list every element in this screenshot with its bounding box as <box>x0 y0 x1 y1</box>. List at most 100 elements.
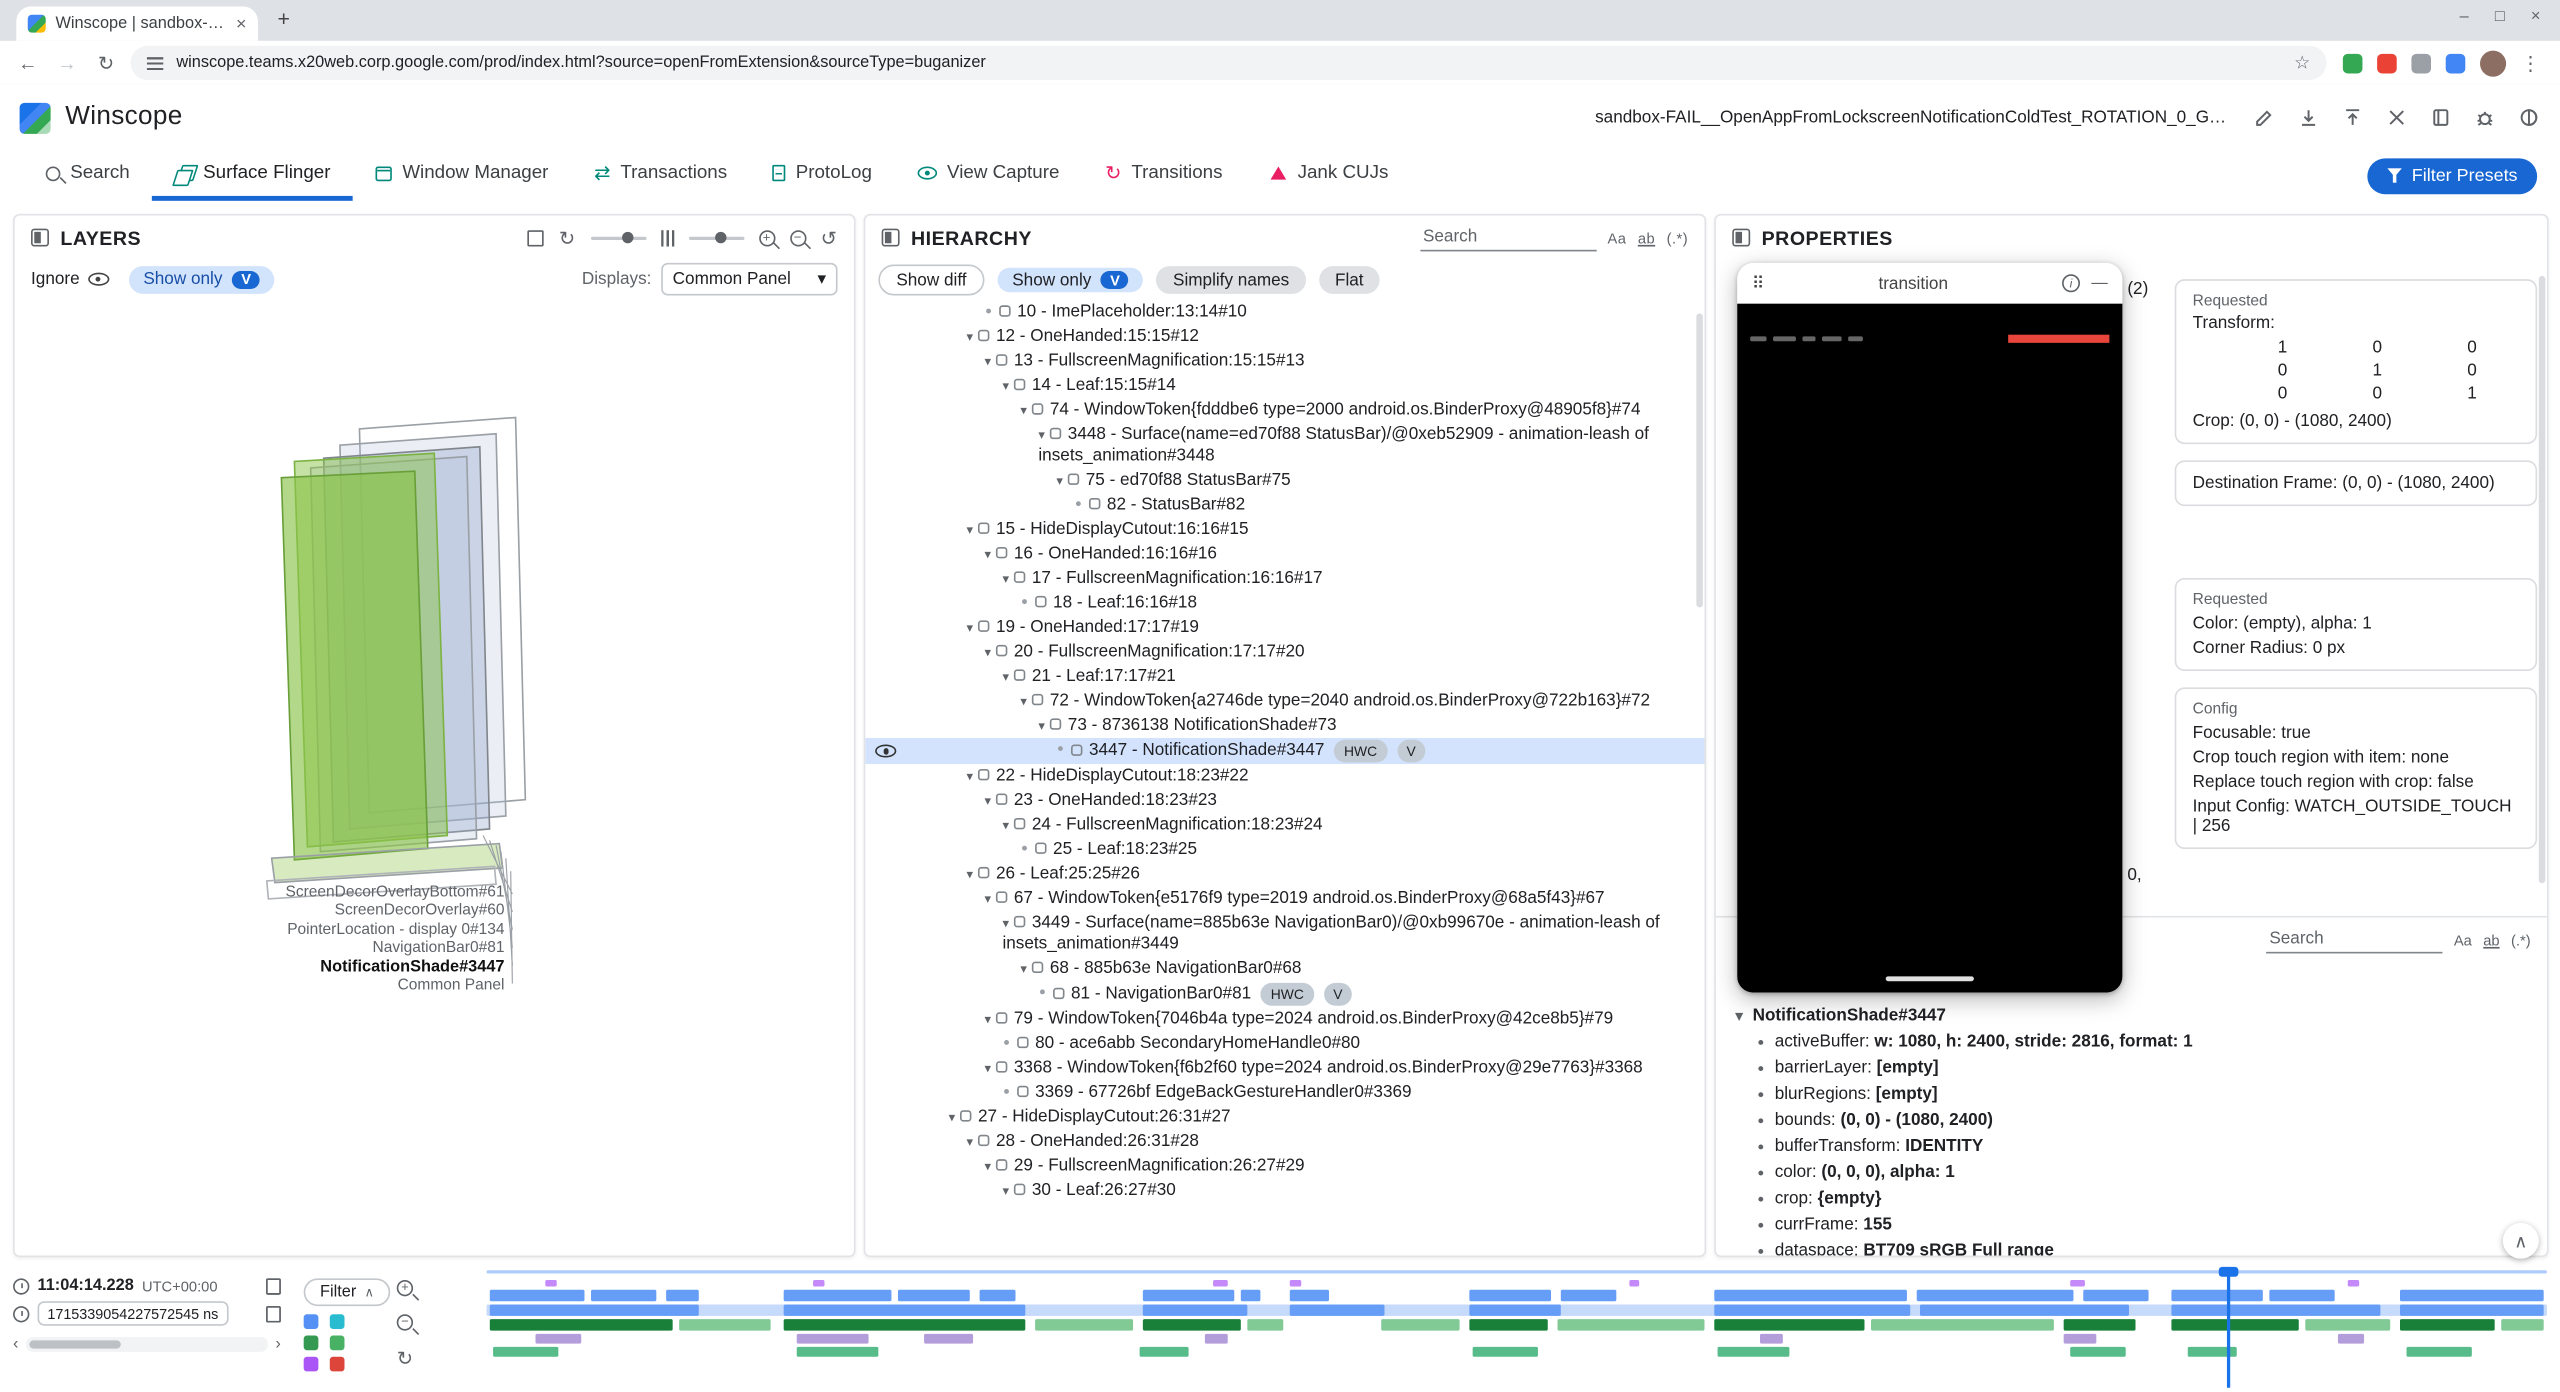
expand-arrow-icon[interactable]: ▾ <box>984 1061 991 1076</box>
trace-segment-transactions[interactable] <box>1760 1334 1783 1344</box>
show-diff-chip[interactable]: Show diff <box>878 264 984 295</box>
slider-handle[interactable] <box>715 232 726 243</box>
trace-segment-transition-ticks[interactable] <box>1290 1280 1301 1287</box>
timeline-zoom-out-icon[interactable]: − <box>397 1314 413 1330</box>
extension-icon[interactable] <box>2411 53 2431 73</box>
trace-segment-wm-light[interactable] <box>1381 1319 1459 1330</box>
expand-arrow-icon[interactable]: ▾ <box>1038 428 1045 443</box>
trace-segment-sf-frames[interactable] <box>1290 1304 1385 1315</box>
displays-dropdown[interactable]: Common Panel ▾ <box>661 263 837 296</box>
expand-arrow-icon[interactable]: ▾ <box>1056 473 1063 488</box>
filter-presets-button[interactable]: Filter Presets <box>2368 158 2537 194</box>
trace-segment-protolog[interactable] <box>1140 1347 1189 1357</box>
expand-arrow-icon[interactable]: ▾ <box>1002 1184 1009 1199</box>
drag-handle-icon[interactable]: ⠿ <box>1752 273 1765 293</box>
trace-segment-transition-ticks[interactable] <box>813 1280 824 1287</box>
zoom-in-icon[interactable]: + <box>759 229 775 245</box>
expand-arrow-icon[interactable]: ▾ <box>1020 403 1027 418</box>
extension-icon[interactable] <box>2377 53 2397 73</box>
trace-segment-wm-light[interactable] <box>1247 1319 1283 1330</box>
timestamp-ns[interactable]: 1715339054227572545 ns <box>38 1301 229 1325</box>
tab-transactions[interactable]: ⇄Transactions <box>571 150 750 201</box>
expand-arrow-icon[interactable]: ▾ <box>967 620 974 635</box>
layer-label[interactable]: ScreenDecorOverlay#60 <box>15 902 505 921</box>
expand-arrow-icon[interactable]: ▾ <box>984 547 991 562</box>
timeline-tracks[interactable] <box>487 1270 2547 1388</box>
spacing-slider[interactable] <box>688 236 744 239</box>
hierarchy-node[interactable]: 80 - ace6abb SecondaryHomeHandle0#80 <box>865 1032 1704 1056</box>
hierarchy-node[interactable]: 10 - ImePlaceholder:13:14#10 <box>865 300 1704 324</box>
hierarchy-node[interactable]: ▾13 - FullscreenMagnification:15:15#13 <box>865 349 1704 373</box>
trace-segment-sf-frames[interactable] <box>1469 1304 1560 1315</box>
trace-segment-wm-dark[interactable] <box>2171 1319 2298 1330</box>
ignore-toggle[interactable]: Ignore <box>31 269 109 289</box>
trace-segment-sf-events[interactable] <box>591 1290 656 1301</box>
trace-segment-wm-light[interactable] <box>2305 1319 2390 1330</box>
trace-toggle-icon[interactable] <box>304 1314 319 1329</box>
extension-icon[interactable] <box>2343 53 2363 73</box>
trace-toggle-icon[interactable] <box>304 1357 319 1372</box>
trace-segment-sf-events[interactable] <box>490 1290 585 1301</box>
trace-segment-wm-dark[interactable] <box>490 1319 673 1330</box>
timeline-zoom-in-icon[interactable]: + <box>397 1280 413 1296</box>
properties-search-input[interactable] <box>2266 927 2442 953</box>
match-word-icon[interactable]: ab <box>1638 229 1655 245</box>
tab-jank-cujs[interactable]: Jank CUJs <box>1245 150 1411 201</box>
trace-segment-wm-light[interactable] <box>2501 1319 2543 1330</box>
hierarchy-node[interactable]: ▾73 - 8736138 NotificationShade#73 <box>865 713 1704 737</box>
bookmark-star-icon[interactable]: ☆ <box>2294 52 2310 73</box>
hierarchy-node[interactable]: ▾68 - 885b63e NavigationBar0#68 <box>865 957 1704 981</box>
trace-segment-sf-frames[interactable] <box>784 1304 1026 1315</box>
hierarchy-node[interactable]: ▾75 - ed70f88 StatusBar#75 <box>865 469 1704 493</box>
expand-arrow-icon[interactable]: ▾ <box>967 1135 974 1150</box>
tab-surface-flinger[interactable]: Surface Flinger <box>153 150 354 201</box>
property-row[interactable]: currFrame: 155 <box>1716 1211 2547 1237</box>
trace-segment-transition-ticks[interactable] <box>1629 1280 1639 1287</box>
scroll-top-button[interactable]: ∧ <box>2503 1223 2539 1259</box>
expand-arrow-icon[interactable]: ▾ <box>1002 916 1009 931</box>
hierarchy-node[interactable]: ▾67 - WindowToken{e5176f9 type=2019 andr… <box>865 887 1704 911</box>
new-tab-button[interactable]: + <box>278 7 290 31</box>
expand-arrow-icon[interactable]: ▾ <box>967 769 974 784</box>
trace-segment-sf-events[interactable] <box>2171 1290 2262 1301</box>
report-bug-icon[interactable] <box>2473 106 2496 129</box>
trace-segment-sf-frames[interactable] <box>1143 1304 1247 1315</box>
hierarchy-scrollbar[interactable] <box>1696 313 1703 607</box>
url-bar[interactable]: winscope.teams.x20web.corp.google.com/pr… <box>131 46 2327 80</box>
trace-segment-sf-events[interactable] <box>1290 1290 1329 1301</box>
hierarchy-node[interactable]: ▾79 - WindowToken{7046b4a type=2024 andr… <box>865 1007 1704 1031</box>
window-minimize-button[interactable]: – <box>2460 8 2469 26</box>
trace-segment-protolog[interactable] <box>797 1347 879 1357</box>
expand-arrow-icon[interactable]: ▾ <box>984 645 991 660</box>
trace-segment-sf-events[interactable] <box>898 1290 970 1301</box>
trace-segment-sf-events[interactable] <box>1469 1290 1551 1301</box>
trace-segment-transition-ticks[interactable] <box>545 1280 556 1287</box>
site-settings-icon[interactable] <box>147 56 163 69</box>
chevron-right-icon[interactable]: › <box>275 1336 280 1354</box>
simplify-names-chip[interactable]: Simplify names <box>1157 266 1306 294</box>
trace-segment-sf-events[interactable] <box>1714 1290 1907 1301</box>
trace-toggle-icon[interactable] <box>304 1336 319 1351</box>
expand-arrow-icon[interactable]: ▾ <box>984 354 991 369</box>
dark-mode-icon[interactable] <box>2518 106 2541 129</box>
trace-segment-wm-light[interactable] <box>679 1319 770 1330</box>
trace-segment-sf-events[interactable] <box>980 1290 1016 1301</box>
property-row[interactable]: activeBuffer: w: 1080, h: 2400, stride: … <box>1716 1029 2547 1055</box>
hierarchy-node[interactable]: 82 - StatusBar#82 <box>865 493 1704 517</box>
hierarchy-node[interactable]: ▾3449 - Surface(name=885b63e NavigationB… <box>865 911 1704 957</box>
browser-tab[interactable]: Winscope | sandbox-FAI × <box>16 7 258 41</box>
expand-arrow-icon[interactable]: ▾ <box>984 1159 991 1174</box>
trace-segment-sf-frames[interactable] <box>490 1304 699 1315</box>
property-row[interactable]: barrierLayer: [empty] <box>1716 1055 2547 1081</box>
trace-segment-transactions[interactable] <box>2064 1334 2097 1344</box>
expand-arrow-icon[interactable]: ▾ <box>1736 1007 1743 1023</box>
trace-segment-sf-frames[interactable] <box>2400 1304 2544 1315</box>
info-icon[interactable]: i <box>2062 274 2080 292</box>
cross-tools-icon[interactable] <box>2385 106 2408 129</box>
browser-menu-icon[interactable]: ⋮ <box>2521 51 2541 74</box>
rotate-view-icon[interactable]: ↻ <box>559 228 576 248</box>
trace-segment-transactions[interactable] <box>797 1334 869 1344</box>
hierarchy-search-input[interactable] <box>1420 224 1596 250</box>
timeline-hscrollbar[interactable] <box>27 1337 268 1352</box>
hierarchy-node[interactable]: ▾21 - Leaf:17:17#21 <box>865 664 1704 688</box>
